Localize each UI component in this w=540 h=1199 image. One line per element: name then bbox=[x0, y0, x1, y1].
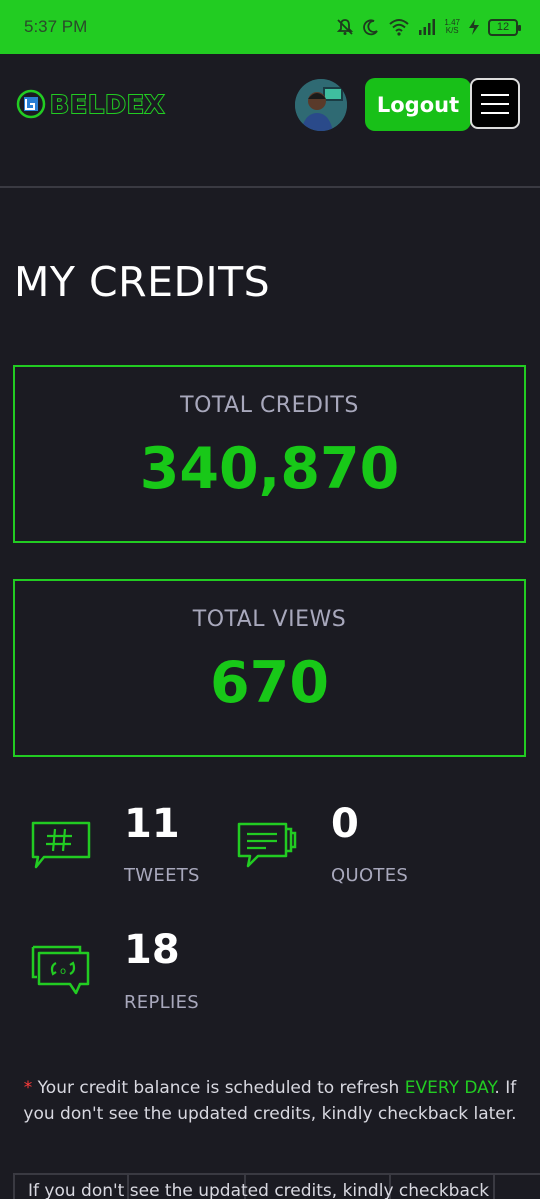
charging-icon bbox=[469, 19, 479, 35]
reply-chat-icon: o bbox=[31, 945, 90, 995]
total-credits-card: TOTAL CREDITS 340,870 bbox=[13, 365, 526, 543]
battery-icon: 12 bbox=[488, 18, 521, 36]
avatar[interactable] bbox=[295, 79, 347, 131]
table-caption-text: If you don't see the updated credits, ki… bbox=[28, 1181, 490, 1199]
quotes-count: 0 bbox=[331, 801, 359, 847]
logo-text: BELDEX bbox=[49, 89, 166, 120]
wifi-icon bbox=[389, 19, 410, 36]
notice-highlight: EVERY DAY bbox=[404, 1078, 495, 1098]
svg-text:o: o bbox=[60, 966, 66, 977]
status-bar: 5:37 PM 1.47 K/S 12 bbox=[0, 0, 540, 54]
menu-line bbox=[481, 93, 509, 96]
replies-count: 18 bbox=[124, 927, 180, 973]
app-header: BELDEX Logout bbox=[0, 54, 540, 188]
total-views-value: 670 bbox=[210, 650, 329, 716]
page-title: MY CREDITS bbox=[14, 258, 271, 306]
menu-line bbox=[481, 111, 509, 114]
table-cell bbox=[493, 1175, 538, 1199]
logout-button[interactable]: Logout bbox=[365, 78, 471, 131]
status-time: 5:37 PM bbox=[24, 17, 88, 36]
total-credits-label: TOTAL CREDITS bbox=[180, 393, 359, 418]
moon-icon bbox=[363, 19, 379, 36]
total-views-label: TOTAL VIEWS bbox=[192, 607, 347, 632]
tweets-count: 11 bbox=[124, 801, 180, 847]
hamburger-menu-button[interactable] bbox=[470, 78, 520, 129]
notice-text-before: Your credit balance is scheduled to refr… bbox=[32, 1078, 405, 1098]
beldex-logo[interactable]: BELDEX bbox=[16, 89, 166, 120]
tweets-label: TWEETS bbox=[124, 865, 200, 886]
mute-bell-icon bbox=[337, 19, 354, 35]
total-views-card: TOTAL VIEWS 670 bbox=[13, 579, 526, 757]
net-speed: 1.47 K/S bbox=[444, 19, 460, 35]
total-credits-value: 340,870 bbox=[139, 436, 400, 502]
status-icons: 1.47 K/S 12 bbox=[336, 18, 521, 36]
signal-icon bbox=[419, 19, 436, 35]
net-speed-unit: K/S bbox=[445, 26, 459, 35]
notice-star: * bbox=[23, 1078, 33, 1098]
quotes-label: QUOTES bbox=[331, 865, 409, 886]
avatar-image bbox=[295, 79, 347, 131]
refresh-notice: * Your credit balance is scheduled to re… bbox=[20, 1075, 520, 1127]
beldex-logo-icon bbox=[16, 89, 46, 119]
menu-line bbox=[481, 102, 509, 105]
quote-chat-icon bbox=[237, 822, 297, 868]
hashtag-chat-icon bbox=[31, 821, 91, 869]
replies-label: REPLIES bbox=[124, 992, 199, 1013]
